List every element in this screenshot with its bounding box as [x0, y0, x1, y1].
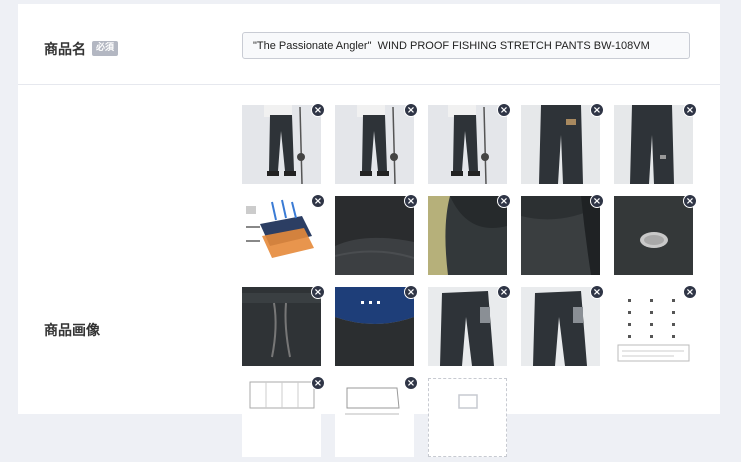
product-image-thumb[interactable]: [614, 196, 693, 275]
product-images-label: 商品画像: [44, 323, 100, 339]
product-image-thumb[interactable]: [335, 287, 414, 366]
close-icon[interactable]: ×: [311, 194, 325, 208]
close-icon[interactable]: ×: [590, 194, 604, 208]
close-icon[interactable]: ×: [404, 285, 418, 299]
product-name-label: 商品名: [44, 42, 86, 58]
product-image-thumb[interactable]: [242, 287, 321, 366]
product-image-grid: × × × × × × × × × × × × × × × × ×: [242, 103, 702, 457]
product-image-thumb[interactable]: [335, 196, 414, 275]
close-icon[interactable]: ×: [497, 103, 511, 117]
close-icon[interactable]: ×: [683, 194, 697, 208]
close-icon[interactable]: ×: [404, 376, 418, 390]
product-image-thumb[interactable]: [521, 196, 600, 275]
close-icon[interactable]: ×: [683, 285, 697, 299]
product-image-thumb[interactable]: [242, 378, 321, 457]
close-icon[interactable]: ×: [404, 103, 418, 117]
close-icon[interactable]: ×: [311, 285, 325, 299]
product-image-thumb[interactable]: [428, 105, 507, 184]
add-image-slot[interactable]: [428, 378, 507, 457]
close-icon[interactable]: ×: [590, 103, 604, 117]
close-icon[interactable]: ×: [311, 103, 325, 117]
close-icon[interactable]: ×: [404, 194, 418, 208]
product-image-thumb[interactable]: [335, 105, 414, 184]
product-image-thumb[interactable]: [521, 105, 600, 184]
product-image-thumb[interactable]: [521, 287, 600, 366]
image-placeholder-icon: [458, 394, 478, 409]
product-image-thumb[interactable]: [335, 378, 414, 457]
product-image-thumb[interactable]: [614, 105, 693, 184]
product-image-thumb[interactable]: [242, 105, 321, 184]
product-name-row: 商品名 必須: [18, 4, 720, 85]
product-image-thumb[interactable]: [428, 196, 507, 275]
product-image-thumb[interactable]: [242, 196, 321, 275]
close-icon[interactable]: ×: [311, 376, 325, 390]
close-icon[interactable]: ×: [497, 285, 511, 299]
product-name-input[interactable]: [242, 32, 690, 59]
product-form-card: 商品名 必須 商品画像 × × × × × × × × × × × × × × × × ×: [18, 4, 720, 457]
close-icon[interactable]: ×: [497, 194, 511, 208]
close-icon[interactable]: ×: [590, 285, 604, 299]
close-icon[interactable]: ×: [683, 103, 697, 117]
product-image-thumb[interactable]: [614, 287, 693, 366]
required-badge: 必須: [92, 41, 119, 56]
product-image-thumb[interactable]: [428, 287, 507, 366]
